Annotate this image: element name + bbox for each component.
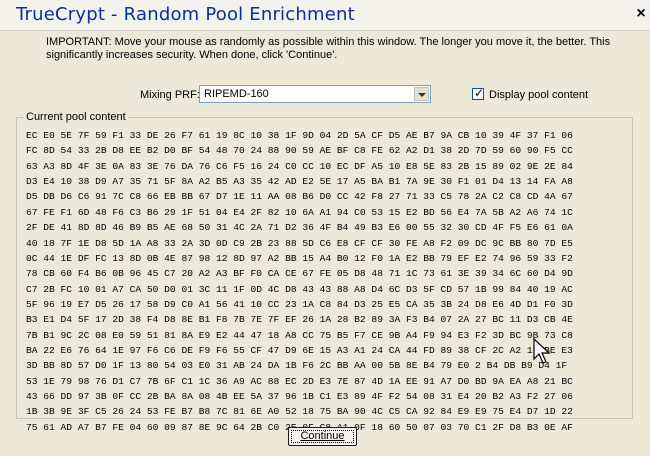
instructions-text: IMPORTANT: Move your mouse as randomly a… bbox=[46, 36, 611, 61]
pool-content: EC E0 5E 7F 59 F1 33 DE 26 F7 61 19 8C 1… bbox=[26, 128, 636, 435]
pool-line: EC E0 5E 7F 59 F1 33 DE 26 F7 61 19 8C 1… bbox=[26, 130, 573, 141]
mixing-prf-value: RIPEMD-160 bbox=[204, 88, 269, 100]
mixing-prf-label: Mixing PRF: bbox=[140, 89, 200, 101]
continue-button-label: Continue bbox=[300, 430, 345, 442]
pool-line: 5F 96 19 E7 D5 26 17 58 D9 C0 A1 56 41 1… bbox=[26, 298, 573, 310]
pool-line: 78 CB 60 F4 B6 0B 96 45 C7 20 A2 A3 BF F… bbox=[26, 268, 573, 280]
close-icon[interactable]: × bbox=[634, 6, 648, 22]
pool-line: B3 E1 D4 5F 17 2D 38 F4 D8 8E B1 F8 7B 7… bbox=[26, 314, 573, 326]
chevron-down-icon[interactable] bbox=[414, 87, 429, 101]
pool-line: FC 8D 54 33 2B D8 EE B2 D0 BF 54 48 70 2… bbox=[26, 145, 573, 157]
pool-line: 1B 3B 9E 3F C5 26 24 53 FE B7 B8 7C 81 6… bbox=[26, 406, 573, 418]
pool-line: D3 E4 10 38 D9 A7 35 71 5F 8A A2 B5 A3 3… bbox=[26, 176, 573, 188]
pool-line: 67 FE F1 6D 48 F6 C3 B6 29 1F 51 04 E4 2… bbox=[26, 206, 573, 218]
pool-line: C7 2B FC 10 01 A7 CA 50 D0 01 3C 11 1F 0… bbox=[26, 283, 573, 295]
pool-line: 53 1E 79 98 76 D1 C7 7B 6F C1 1C 36 A9 A… bbox=[26, 375, 573, 387]
mouse-pointer-icon bbox=[533, 338, 551, 364]
random-pool-window: TrueCrypt - Random Pool Enrichment × IMP… bbox=[0, 0, 650, 456]
pool-line: D5 DB D6 C6 91 7C C8 66 EB BB 67 D7 1E 1… bbox=[26, 191, 573, 203]
display-pool-label[interactable]: Display pool content bbox=[489, 89, 588, 101]
pool-line: 0C 44 1E DF FC 13 8D 0B 4E 87 98 12 8D 9… bbox=[26, 252, 573, 264]
continue-button[interactable]: Continue bbox=[288, 427, 357, 446]
title-bar[interactable]: TrueCrypt - Random Pool Enrichment × bbox=[0, 0, 650, 31]
pool-line: 40 18 7F 1E D8 5D 1A A8 33 2A 3D 0D C9 2… bbox=[26, 237, 573, 249]
pool-line: 63 A3 8D 4F 3E 0A 83 3E 76 DA 76 C6 F5 1… bbox=[26, 160, 573, 172]
mixing-prf-select[interactable]: RIPEMD-160 bbox=[199, 85, 431, 103]
display-pool-checkbox[interactable]: ✓ bbox=[472, 86, 485, 100]
pool-group-label: Current pool content bbox=[24, 111, 128, 123]
pool-line: 2F DE 41 8D 8D 46 B9 B5 AE 68 50 31 4C 2… bbox=[26, 222, 573, 234]
checkmark-icon: ✓ bbox=[474, 86, 485, 100]
window-title: TrueCrypt - Random Pool Enrichment bbox=[16, 4, 355, 25]
pool-line: 43 66 DD 97 3B 0F CC 2B BA 8A 08 4B EE 5… bbox=[26, 391, 573, 403]
